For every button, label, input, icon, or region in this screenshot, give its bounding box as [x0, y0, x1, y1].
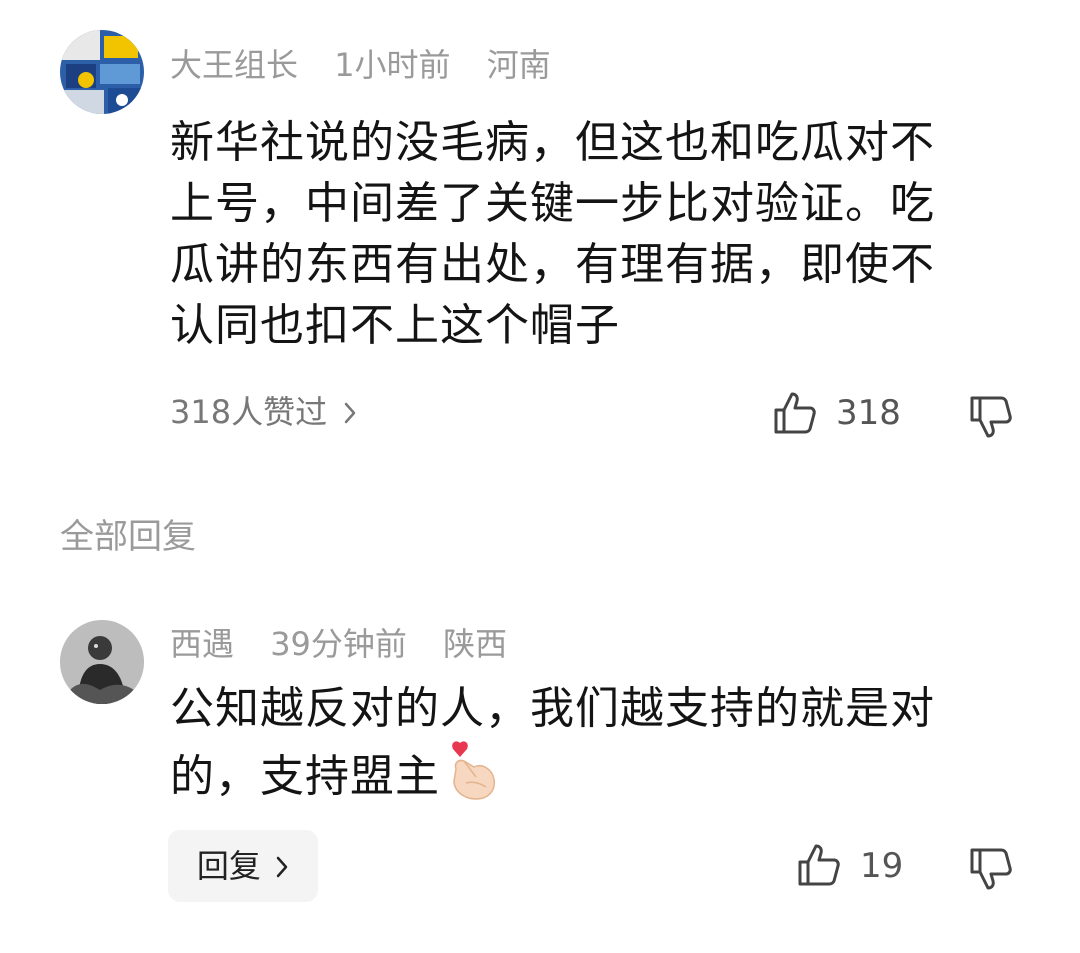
reply-like-count: 19	[860, 846, 904, 886]
thumbs-up-icon[interactable]	[796, 842, 842, 888]
reply-button[interactable]: 回复	[168, 830, 318, 902]
finger-heart-emoji-icon	[446, 739, 500, 819]
comment-time: 1小时前	[334, 46, 451, 84]
likes-summary-text: 318人赞过	[170, 393, 328, 431]
thumbs-up-icon[interactable]	[772, 390, 818, 436]
comment-body-line: 新华社说的没毛病，但这也和吃瓜对不	[170, 117, 935, 168]
like-count: 318	[836, 393, 901, 433]
comment-location: 河南	[486, 46, 551, 84]
reply-location: 陕西	[443, 625, 508, 663]
reply-time: 39分钟前	[270, 625, 407, 663]
thumbs-down-icon[interactable]	[968, 846, 1014, 892]
reply-button-label: 回复	[196, 847, 261, 885]
comment-meta: 大王组长 1小时前 河南	[170, 45, 577, 85]
comment-body-line: 认同也扣不上这个帽子	[170, 300, 620, 351]
reply-meta: 西遇 39分钟前 陕西	[170, 624, 533, 664]
thumbs-down-icon[interactable]	[968, 394, 1014, 440]
avatar-image	[60, 30, 144, 114]
comment-username[interactable]: 大王组长	[170, 46, 298, 84]
reply-body-line-with-emoji: 的，支持盟主	[170, 739, 1030, 819]
comment-avatar[interactable]	[60, 30, 144, 114]
comment-body-line: 瓜讲的东西有出处，有理有据，即使不	[170, 239, 935, 290]
all-replies-title: 全部回复	[60, 517, 196, 557]
comment-body: 新华社说的没毛病，但这也和吃瓜对不 上号，中间差了关键一步比对验证。吃 瓜讲的东…	[170, 112, 1030, 356]
reply-username[interactable]: 西遇	[170, 625, 234, 663]
avatar-image	[60, 620, 144, 704]
chevron-right-icon	[275, 832, 289, 904]
reply-body-line: 公知越反对的人，我们越支持的就是对	[170, 683, 935, 734]
chevron-right-icon	[343, 394, 357, 434]
reply-avatar[interactable]	[60, 620, 144, 704]
reply-body-line: 的，支持盟主	[170, 751, 440, 802]
likes-summary-link[interactable]: 318人赞过	[170, 392, 357, 434]
reply-body: 公知越反对的人，我们越支持的就是对 的，支持盟主	[170, 678, 1030, 819]
comment-body-line: 上号，中间差了关键一步比对验证。吃	[170, 178, 935, 229]
